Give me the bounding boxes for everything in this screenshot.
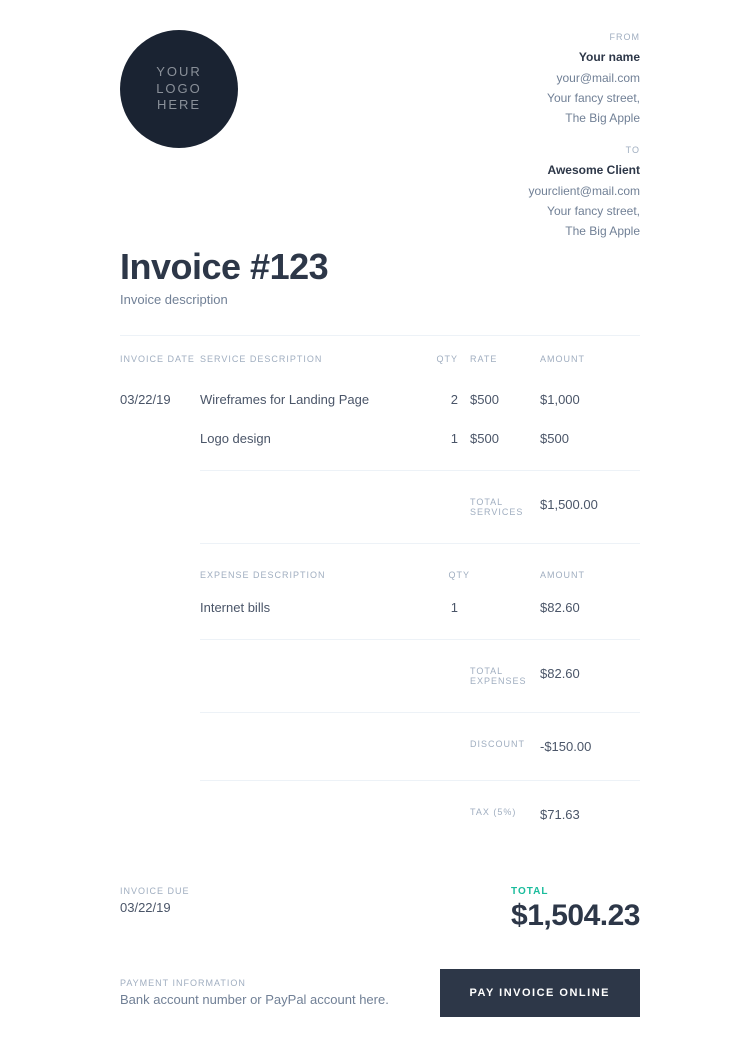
total-expenses-label: TOTAL EXPENSES <box>470 652 540 700</box>
logo-line: HERE <box>157 97 201 114</box>
from-name: Your name <box>528 47 640 67</box>
payment-text: Bank account number or PayPal account he… <box>120 992 389 1007</box>
to-email: yourclient@mail.com <box>528 181 640 201</box>
discount-label: DISCOUNT <box>470 725 540 768</box>
service-rate: $500 <box>470 419 540 458</box>
to-city: The Big Apple <box>528 221 640 241</box>
from-label: FROM <box>528 30 640 45</box>
service-desc: Logo design <box>200 419 430 458</box>
col-date: INVOICE DATE <box>120 354 200 380</box>
service-rate: $500 <box>470 380 540 419</box>
tax-label: TAX (5%) <box>470 793 540 836</box>
invoice-footer: INVOICE DUE 03/22/19 TOTAL $1,504.23 <box>120 886 640 933</box>
divider <box>120 335 640 336</box>
service-qty: 2 <box>430 380 470 419</box>
discount: -$150.00 <box>540 725 640 768</box>
tax: $71.63 <box>540 793 640 836</box>
invoice-description: Invoice description <box>120 292 328 307</box>
due-column: INVOICE DUE 03/22/19 <box>120 886 190 915</box>
expense-qty: 1 <box>430 588 470 627</box>
total-label: TOTAL <box>511 886 640 897</box>
payment-info: PAYMENT INFORMATION Bank account number … <box>120 978 389 1007</box>
to-street: Your fancy street, <box>528 201 640 221</box>
service-amount: $1,000 <box>540 380 640 419</box>
payment-label: PAYMENT INFORMATION <box>120 978 389 988</box>
col-qty: QTY <box>430 556 470 588</box>
due-date: 03/22/19 <box>120 900 190 915</box>
pay-invoice-button[interactable]: PAY INVOICE ONLINE <box>440 969 641 1017</box>
service-qty: 1 <box>430 419 470 458</box>
col-amount: AMOUNT <box>540 556 640 588</box>
col-amount: AMOUNT <box>540 354 640 380</box>
logo-line: LOGO <box>156 81 202 98</box>
total-services: $1,500.00 <box>540 483 640 531</box>
from-street: Your fancy street, <box>528 88 640 108</box>
logo-line: YOUR <box>156 64 202 81</box>
total-services-label: TOTAL SERVICES <box>470 483 540 531</box>
logo-placeholder: YOUR LOGO HERE <box>120 30 238 148</box>
service-desc: Wireframes for Landing Page <box>200 380 430 419</box>
from-city: The Big Apple <box>528 108 640 128</box>
address-block: FROM Your name your@mail.com Your fancy … <box>528 30 640 256</box>
total-column: TOTAL $1,504.23 <box>511 886 640 933</box>
from-address: FROM Your name your@mail.com Your fancy … <box>528 30 640 129</box>
to-name: Awesome Client <box>528 160 640 180</box>
total-expenses: $82.60 <box>540 652 640 700</box>
total-value: $1,504.23 <box>511 899 640 933</box>
due-label: INVOICE DUE <box>120 886 190 896</box>
col-service: SERVICE DESCRIPTION <box>200 354 430 380</box>
col-qty: QTY <box>430 354 470 380</box>
invoice-header: YOUR LOGO HERE FROM Your name your@mail.… <box>120 30 640 256</box>
line-items-grid: INVOICE DATE SERVICE DESCRIPTION QTY RAT… <box>120 354 640 836</box>
expense-amount: $82.60 <box>540 588 640 627</box>
col-rate: RATE <box>470 354 540 380</box>
expense-desc: Internet bills <box>200 588 430 627</box>
payment-row: PAYMENT INFORMATION Bank account number … <box>120 969 640 1017</box>
invoice-date: 03/22/19 <box>120 380 200 419</box>
from-email: your@mail.com <box>528 68 640 88</box>
service-amount: $500 <box>540 419 640 458</box>
invoice-title: Invoice #123 <box>120 246 328 288</box>
to-label: TO <box>528 143 640 158</box>
to-address: TO Awesome Client yourclient@mail.com Yo… <box>528 143 640 242</box>
col-expense: EXPENSE DESCRIPTION <box>200 556 430 588</box>
